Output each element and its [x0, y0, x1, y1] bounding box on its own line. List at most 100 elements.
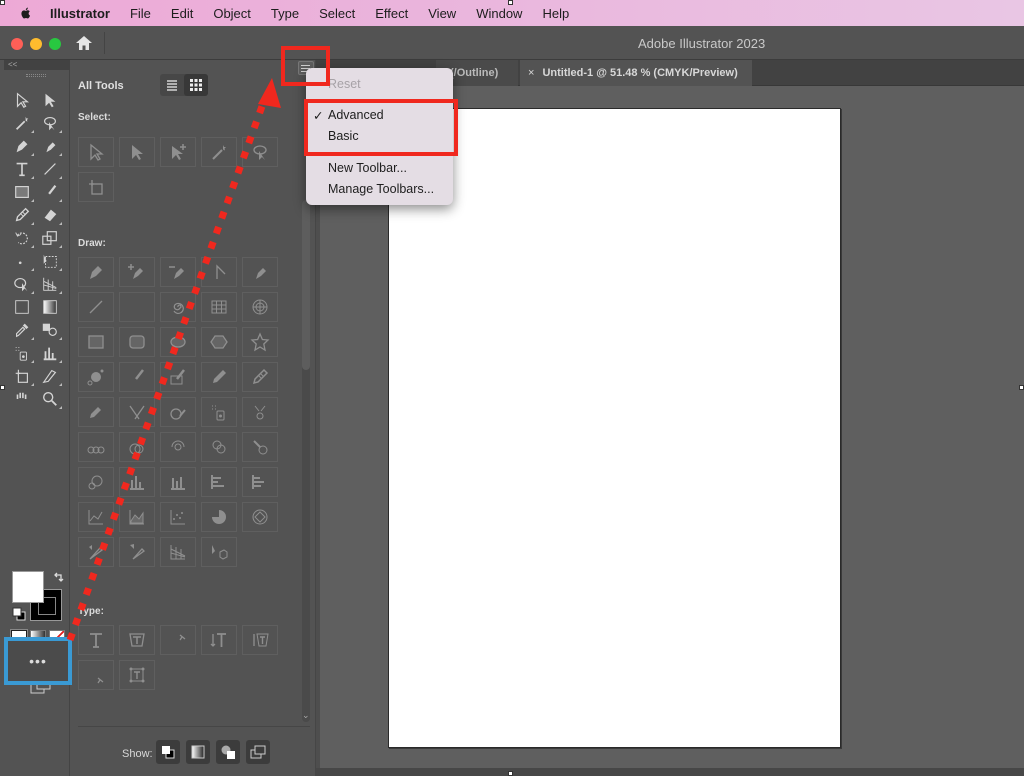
tool-symbol-sprayer[interactable] [10, 342, 34, 364]
drawer-tool-rectangular-grid[interactable] [201, 292, 237, 322]
drawer-tool-smooth[interactable] [78, 397, 114, 427]
drawer-tool-selection[interactable] [78, 137, 114, 167]
drawer-tool-symbol-screener[interactable] [201, 432, 237, 462]
drawer-tool-lasso[interactable] [242, 137, 278, 167]
drawer-tool-radar-graph[interactable] [242, 502, 278, 532]
drawer-tool-add-anchor-point[interactable] [119, 257, 155, 287]
tool-shape-builder[interactable] [10, 273, 34, 295]
swap-fill-stroke-icon[interactable] [52, 571, 66, 585]
tool-mesh[interactable] [10, 296, 34, 318]
apple-logo-icon[interactable] [18, 5, 34, 21]
menu-item-manage-toolbars[interactable]: Manage Toolbars... [328, 182, 434, 196]
drawer-tool-arc[interactable] [119, 292, 155, 322]
drawer-tool-warp[interactable] [119, 537, 155, 567]
home-icon[interactable] [74, 34, 94, 52]
drawer-tool-join[interactable] [160, 397, 196, 427]
tool-eraser[interactable] [38, 204, 62, 226]
drawer-tool-touch-type[interactable] [119, 660, 155, 690]
drawer-tool-blob-brush[interactable] [160, 362, 196, 392]
drawer-tool-polygon[interactable] [201, 327, 237, 357]
tool-selection[interactable] [10, 89, 34, 111]
list-view-button[interactable] [160, 74, 184, 96]
tool-type[interactable] [10, 158, 34, 180]
menu-type[interactable]: Type [271, 6, 299, 21]
tool-artboard[interactable] [10, 365, 34, 387]
drawer-tool-symbol-shifter[interactable] [242, 397, 278, 427]
tool-line-segment[interactable] [38, 158, 62, 180]
tool-rotate[interactable] [10, 227, 34, 249]
menu-file[interactable]: File [130, 6, 151, 21]
menu-edit[interactable]: Edit [171, 6, 193, 21]
menu-item-reset[interactable]: Reset [328, 77, 361, 91]
tool-curvature[interactable] [38, 135, 62, 157]
show-screen-modes-button[interactable] [246, 740, 270, 764]
drawer-tool-symbol-sizer[interactable] [119, 432, 155, 462]
drawer-tool-stacked-bar-graph[interactable] [242, 467, 278, 497]
drawer-tool-rounded-rectangle[interactable] [119, 327, 155, 357]
drawer-tool-line-graph[interactable] [78, 502, 114, 532]
tool-hand[interactable] [10, 388, 34, 410]
drawer-tool-pencil[interactable] [201, 362, 237, 392]
tool-free-transform[interactable] [38, 250, 62, 272]
artboard[interactable] [388, 108, 841, 748]
drawer-tool-paintbrush[interactable] [119, 362, 155, 392]
drawer-tool-vertical-type[interactable] [201, 625, 237, 655]
drawer-tool-area-type[interactable] [119, 625, 155, 655]
tool-scale[interactable] [38, 227, 62, 249]
close-tab-icon[interactable]: × [528, 67, 534, 79]
drawer-tool-scatter-graph[interactable] [160, 502, 196, 532]
menu-item-new-toolbar[interactable]: New Toolbar... [328, 161, 407, 175]
drawer-tool-symbol-spinner[interactable] [160, 432, 196, 462]
maximize-window-button[interactable] [49, 38, 61, 50]
drawer-tool-symbol-scruncher[interactable] [78, 432, 114, 462]
drawer-tool-perspective-selection[interactable] [201, 537, 237, 567]
tool-paintbrush[interactable] [38, 181, 62, 203]
edit-toolbar-button[interactable]: ••• [4, 637, 72, 685]
drawer-tool-polar-grid[interactable] [242, 292, 278, 322]
toolbar-grip-handle[interactable] [26, 74, 46, 77]
menu-illustrator[interactable]: Illustrator [50, 6, 110, 21]
drawer-tool-vertical-area-type[interactable] [242, 625, 278, 655]
default-fill-stroke-icon[interactable] [12, 607, 26, 621]
tool-zoom[interactable] [38, 388, 62, 410]
tool-rectangle[interactable] [10, 181, 34, 203]
drawer-tool-curvature[interactable] [242, 257, 278, 287]
drawer-tool-delete-anchor-point[interactable] [160, 257, 196, 287]
drawer-tool-group-selection[interactable] [160, 137, 196, 167]
drawer-tool-area-graph[interactable] [119, 502, 155, 532]
drawer-tool-path-eraser[interactable] [119, 397, 155, 427]
drawer-tool-symbol-stainer[interactable] [242, 432, 278, 462]
close-window-button[interactable] [11, 38, 23, 50]
menu-window[interactable]: Window [476, 6, 522, 21]
menu-effect[interactable]: Effect [375, 6, 408, 21]
document-tab-untitled-1[interactable]: × Untitled-1 @ 51.48 % (CMYK/Preview) [520, 60, 752, 86]
drawer-tool-perspective-grid[interactable] [160, 537, 196, 567]
drawer-tool-pen[interactable] [78, 257, 114, 287]
drawer-tool-ellipse[interactable] [160, 327, 196, 357]
canvas-horizontal-scrollbar[interactable] [316, 768, 1024, 776]
drawer-tool-pie-graph[interactable] [201, 502, 237, 532]
tool-puppet-warp[interactable] [10, 250, 34, 272]
tool-slice[interactable] [38, 365, 62, 387]
drawer-tool-symbol-styler[interactable] [78, 467, 114, 497]
drawer-tool-anchor-point[interactable] [201, 257, 237, 287]
drawer-tool-star[interactable] [242, 327, 278, 357]
fill-swatch[interactable] [12, 571, 44, 603]
show-drawing-modes-button[interactable] [216, 740, 240, 764]
drawer-tool-vertical-type-on-path[interactable] [78, 660, 114, 690]
drawer-tool-type[interactable] [78, 625, 114, 655]
drawer-tool-type-on-path[interactable] [160, 625, 196, 655]
tool-eyedropper[interactable] [10, 319, 34, 341]
drawer-tool-rectangle[interactable] [78, 327, 114, 357]
tool-perspective-grid[interactable] [38, 273, 62, 295]
minimize-window-button[interactable] [30, 38, 42, 50]
show-color-gradient-button[interactable] [186, 740, 210, 764]
drawer-tool-magic-wand[interactable] [201, 137, 237, 167]
drawer-tool-width[interactable] [78, 537, 114, 567]
drawer-tool-stacked-column-graph[interactable] [160, 467, 196, 497]
drawer-tool-column-graph[interactable] [119, 467, 155, 497]
menu-view[interactable]: View [428, 6, 456, 21]
tool-magic-wand[interactable] [10, 112, 34, 134]
drawer-tool-spiral[interactable] [160, 292, 196, 322]
menu-help[interactable]: Help [542, 6, 569, 21]
